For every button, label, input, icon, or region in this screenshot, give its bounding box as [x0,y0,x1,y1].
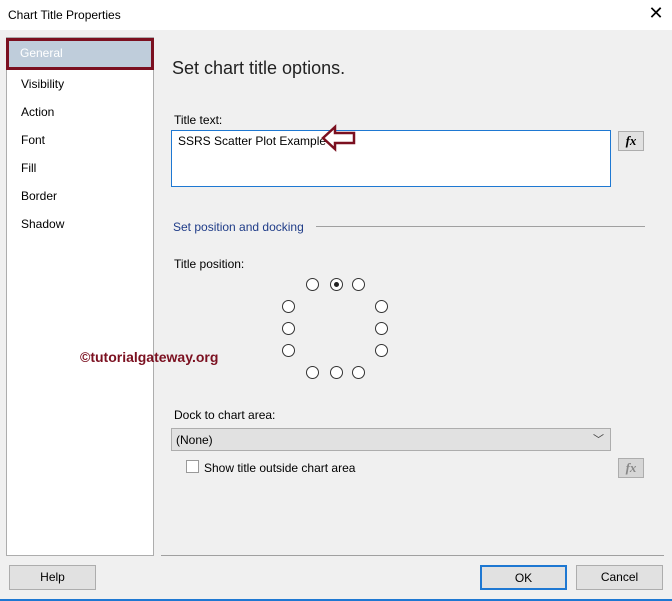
position-top-center-radio[interactable] [330,278,343,291]
show-outside-label: Show title outside chart area [204,461,356,475]
sidebar-item-general[interactable]: General [6,38,154,70]
section-label: Set position and docking [173,220,304,234]
title-text-value: SSRS Scatter Plot Example [178,134,327,148]
cancel-button[interactable]: Cancel [576,565,663,590]
position-left-top-radio[interactable] [282,300,295,313]
sidebar-item-action[interactable]: Action [7,97,153,125]
chevron-down-icon: ﹀ [593,434,604,446]
title-text-input[interactable]: SSRS Scatter Plot Example [171,130,611,187]
dock-select[interactable]: (None) ﹀ [171,428,611,451]
position-right-top-radio[interactable] [375,300,388,313]
page-heading: Set chart title options. [172,58,346,78]
sidebar-item-shadow[interactable]: Shadow [7,209,153,237]
dock-label: Dock to chart area: [174,408,276,422]
close-icon[interactable]: ✕ [644,3,668,24]
position-bottom-left-radio[interactable] [306,366,319,379]
arrow-annotation-icon [321,124,356,152]
help-button[interactable]: Help [9,565,96,590]
section-divider [316,226,645,227]
position-bottom-center-radio[interactable] [330,366,343,379]
footer-divider [161,555,664,556]
position-top-left-radio[interactable] [306,278,319,291]
sidebar-item-border[interactable]: Border [7,181,153,209]
window-title: Chart Title Properties [8,8,121,22]
watermark: ©tutorialgateway.org [80,349,219,365]
ok-button[interactable]: OK [480,565,567,590]
sidebar: General Visibility Action Font Fill Bord… [6,37,154,556]
title-text-label: Title text: [174,113,223,127]
position-right-center-radio[interactable] [375,322,388,335]
sidebar-item-visibility[interactable]: Visibility [7,69,153,97]
show-outside-fx-button[interactable]: fx [618,458,644,478]
position-left-center-radio[interactable] [282,322,295,335]
position-top-right-radio[interactable] [352,278,365,291]
position-left-bottom-radio[interactable] [282,344,295,357]
position-bottom-right-radio[interactable] [352,366,365,379]
show-outside-checkbox[interactable] [186,460,199,473]
title-text-fx-button[interactable]: fx [618,131,644,151]
position-right-bottom-radio[interactable] [375,344,388,357]
sidebar-item-font[interactable]: Font [7,125,153,153]
sidebar-item-fill[interactable]: Fill [7,153,153,181]
dock-select-value: (None) [176,433,213,447]
title-position-label: Title position: [174,257,245,271]
